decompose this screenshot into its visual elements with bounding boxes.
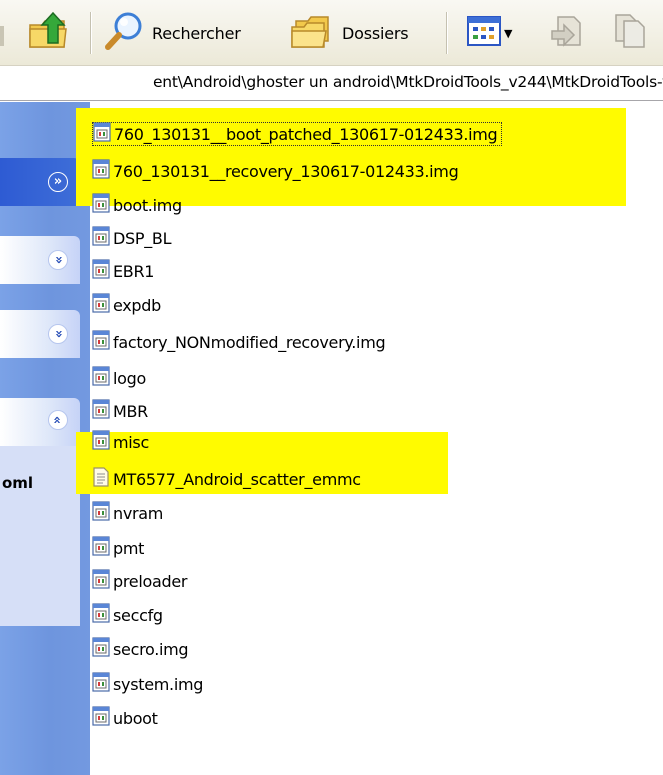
toolbar: Rechercher Dossiers ▼ — [0, 0, 663, 66]
chevron-double-up-icon[interactable]: » — [48, 410, 68, 430]
task-section-header[interactable]: » — [0, 158, 80, 206]
file-list: 760_130131__boot_patched_130617-012433.i… — [76, 102, 663, 775]
file-name: 760_130131__recovery_130617-012433.img — [113, 161, 459, 181]
file-name: MBR — [113, 401, 148, 421]
address-path: ent\Android\ghoster un android\MtkDroidT… — [152, 73, 663, 91]
file-item[interactable]: nvram — [92, 501, 163, 525]
chevron-down-icon: ▼ — [504, 26, 513, 40]
file-name: factory_NONmodified_recovery.img — [113, 332, 386, 352]
file-item[interactable]: preloader — [92, 569, 187, 593]
search-icon — [104, 11, 144, 55]
file-item[interactable]: system.img — [92, 672, 203, 696]
system-file-icon — [92, 430, 110, 454]
system-file-icon — [92, 159, 110, 183]
task-pane-text: oml — [2, 474, 34, 492]
toolbar-separator — [90, 12, 92, 54]
task-section-header[interactable]: » — [0, 310, 80, 358]
file-name: system.img — [113, 674, 204, 694]
file-name: boot.img — [113, 195, 182, 215]
file-item[interactable]: misc — [92, 430, 149, 454]
file-name: secro.img — [113, 639, 189, 659]
toolbar-separator — [446, 12, 448, 54]
system-file-icon — [92, 330, 110, 354]
file-item[interactable]: EBR1 — [92, 259, 154, 283]
task-section-body — [0, 446, 80, 626]
text-file-icon — [92, 467, 110, 491]
system-file-icon — [92, 672, 110, 696]
folders-button[interactable]: Dossiers — [290, 11, 409, 55]
file-name: MT6577_Android_scatter_emmc — [113, 469, 361, 489]
file-name: expdb — [113, 295, 162, 315]
system-file-icon — [92, 706, 110, 730]
file-name: uboot — [113, 708, 158, 728]
system-file-icon — [92, 637, 110, 661]
file-item[interactable]: DSP_BL — [92, 226, 172, 250]
views-button[interactable]: ▼ — [466, 12, 512, 54]
system-file-icon — [92, 193, 110, 217]
chevron-double-down-icon[interactable]: » — [48, 250, 68, 270]
file-item[interactable]: secro.img — [92, 637, 189, 661]
file-item[interactable]: expdb — [92, 293, 161, 317]
system-file-icon — [92, 366, 110, 390]
file-item[interactable]: 760_130131__recovery_130617-012433.img — [92, 159, 459, 183]
file-item[interactable]: uboot — [92, 706, 158, 730]
file-name: 760_130131__boot_patched_130617-012433.i… — [114, 124, 498, 144]
file-item[interactable]: MBR — [92, 399, 148, 423]
file-name: EBR1 — [113, 261, 155, 281]
file-name: preloader — [113, 571, 188, 591]
chevron-double-down-icon[interactable]: » — [48, 324, 68, 344]
file-item[interactable]: MT6577_Android_scatter_emmc — [92, 467, 361, 491]
file-item[interactable]: boot.img — [92, 193, 182, 217]
chevron-double-down-icon[interactable]: » — [48, 172, 68, 192]
up-folder-icon — [26, 11, 70, 55]
copy-to-icon — [610, 11, 650, 55]
move-to-icon — [548, 11, 588, 55]
system-file-icon — [92, 569, 110, 593]
system-file-icon — [92, 259, 110, 283]
system-file-icon — [92, 399, 110, 423]
folders-label: Dossiers — [342, 23, 409, 43]
system-file-icon — [92, 501, 110, 525]
address-bar[interactable]: ent\Android\ghoster un android\MtkDroidT… — [0, 67, 663, 101]
file-name: pmt — [113, 538, 145, 558]
toolbar-edge — [0, 26, 4, 46]
system-file-icon — [92, 293, 110, 317]
file-item[interactable]: seccfg — [92, 603, 163, 627]
folders-icon — [290, 11, 334, 55]
up-folder-button[interactable] — [26, 11, 70, 55]
system-file-icon — [92, 536, 110, 560]
file-name: nvram — [113, 503, 164, 523]
file-item[interactable]: pmt — [92, 536, 144, 560]
file-name: misc — [113, 432, 149, 452]
search-button[interactable]: Rechercher — [104, 12, 241, 54]
system-file-icon — [93, 122, 111, 146]
system-file-icon — [92, 603, 110, 627]
move-to-button — [548, 12, 588, 54]
task-section-header[interactable]: » — [0, 236, 80, 284]
system-file-icon — [92, 226, 110, 250]
file-item[interactable]: factory_NONmodified_recovery.img — [92, 330, 386, 354]
file-name: seccfg — [113, 605, 163, 625]
views-icon — [466, 13, 502, 53]
copy-to-button — [610, 12, 650, 54]
file-item[interactable]: logo — [92, 366, 146, 390]
file-name: logo — [113, 368, 146, 388]
search-label: Rechercher — [152, 23, 241, 43]
file-item[interactable]: 760_130131__boot_patched_130617-012433.i… — [92, 122, 503, 146]
file-name: DSP_BL — [113, 228, 172, 248]
task-section-header[interactable]: » — [0, 398, 80, 446]
